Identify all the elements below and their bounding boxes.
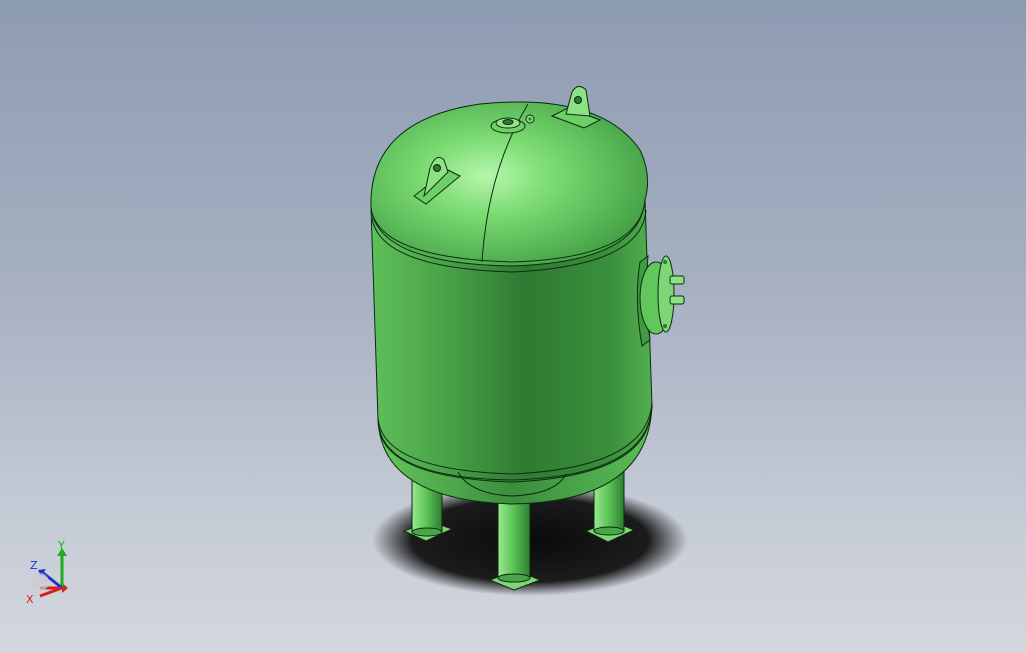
- model-canvas[interactable]: [0, 0, 1026, 652]
- 3d-viewport[interactable]: Y Z X: [0, 0, 1026, 652]
- side-manhole[interactable]: [636, 254, 685, 347]
- y-axis-label: Y: [58, 539, 65, 552]
- x-axis-label: X: [26, 593, 34, 606]
- z-axis-label: Z: [30, 559, 38, 572]
- axis-triad: Y Z X: [22, 536, 78, 610]
